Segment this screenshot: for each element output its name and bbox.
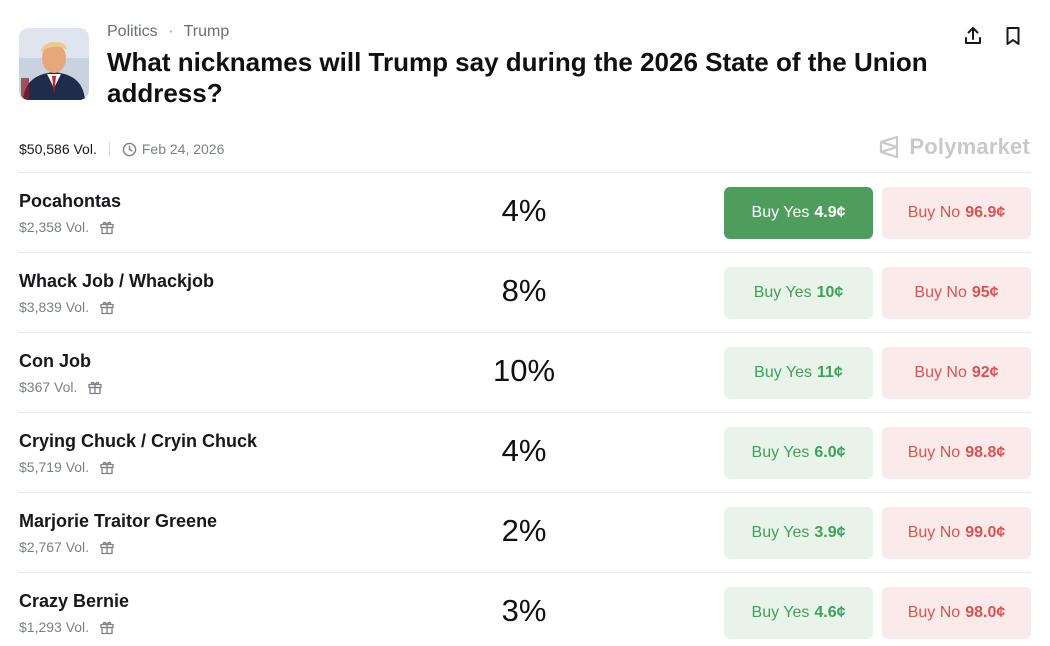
outcome-chance: 2% bbox=[501, 513, 547, 548]
outcome-volume-row: $367 Vol. bbox=[19, 378, 103, 396]
buy-yes-button[interactable]: Buy Yes 11¢ bbox=[724, 347, 873, 399]
buy-no-button[interactable]: Buy No 98.0¢ bbox=[882, 587, 1031, 639]
outcomes-list: Pocahontas $2,358 Vol. 4% Buy Yes 4.9¢ Buy No… bbox=[19, 172, 1031, 646]
gift-icon[interactable] bbox=[99, 459, 115, 475]
outcome-row[interactable]: Whack Job / Whackjob $3,839 Vol. 8% Buy Yes… bbox=[19, 252, 1031, 332]
gift-icon[interactable] bbox=[99, 299, 115, 315]
buy-yes-price: 4.6¢ bbox=[814, 604, 846, 621]
outcome-row[interactable]: Crying Chuck / Cryin Chuck $5,719 Vol. 4% B… bbox=[19, 412, 1031, 492]
outcome-volume-row: $2,767 Vol. bbox=[19, 538, 115, 556]
buy-no-button[interactable]: Buy No 98.8¢ bbox=[882, 427, 1031, 479]
outcome-row[interactable]: Con Job $367 Vol. 10% Buy Yes 11¢ Buy No 92¢ bbox=[19, 332, 1031, 412]
buy-yes-button[interactable]: Buy Yes 10¢ bbox=[724, 267, 873, 319]
buy-yes-price: 6.0¢ bbox=[814, 444, 846, 461]
polymarket-brand: Polymarket bbox=[877, 133, 1030, 161]
buy-yes-price: 3.9¢ bbox=[814, 524, 846, 541]
breadcrumb-separator: · bbox=[168, 23, 174, 40]
buy-no-label: Buy No bbox=[914, 284, 967, 301]
outcome-volume: $1,293 Vol. bbox=[19, 619, 90, 635]
buy-no-label: Buy No bbox=[914, 364, 967, 381]
market-meta: $50,586 Vol. Feb 24, 2026 bbox=[19, 139, 224, 159]
outcome-chance: 8% bbox=[501, 273, 547, 308]
outcome-name: Pocahontas bbox=[19, 191, 122, 211]
buy-no-price: 95¢ bbox=[971, 284, 999, 301]
polymarket-logo-icon bbox=[877, 134, 901, 160]
outcome-volume-row: $3,839 Vol. bbox=[19, 298, 115, 316]
bookmark-icon[interactable] bbox=[1001, 24, 1025, 48]
outcome-volume-row: $1,293 Vol. bbox=[19, 618, 115, 636]
buy-no-button[interactable]: Buy No 95¢ bbox=[882, 267, 1031, 319]
outcome-volume-row: $5,719 Vol. bbox=[19, 458, 115, 476]
buy-yes-price: 11¢ bbox=[817, 364, 843, 381]
share-icon[interactable] bbox=[961, 24, 985, 48]
outcome-volume: $2,358 Vol. bbox=[19, 219, 90, 235]
buy-yes-price: 10¢ bbox=[816, 284, 844, 301]
buy-yes-label: Buy Yes bbox=[751, 204, 810, 221]
buy-no-button[interactable]: Buy No 99.0¢ bbox=[882, 507, 1031, 559]
outcome-chance: 3% bbox=[501, 593, 547, 628]
outcome-name: Marjorie Traitor Greene bbox=[19, 511, 218, 531]
buy-no-price: 98.0¢ bbox=[965, 604, 1006, 621]
breadcrumb-politics[interactable]: Politics bbox=[107, 23, 158, 40]
buy-yes-button[interactable]: Buy Yes 4.9¢ bbox=[724, 187, 873, 239]
outcome-name: Crazy Bernie bbox=[19, 591, 130, 611]
gift-icon[interactable] bbox=[99, 619, 115, 635]
polymarket-wordmark: Polymarket bbox=[909, 134, 1030, 159]
buy-yes-label: Buy Yes bbox=[751, 444, 810, 461]
breadcrumb-trump[interactable]: Trump bbox=[184, 23, 230, 40]
buy-yes-label: Buy Yes bbox=[751, 524, 810, 541]
buy-no-price: 98.8¢ bbox=[965, 444, 1006, 461]
buy-yes-label: Buy Yes bbox=[751, 604, 810, 621]
outcome-volume: $3,839 Vol. bbox=[19, 299, 90, 315]
outcome-volume-row: $2,358 Vol. bbox=[19, 218, 115, 236]
gift-icon[interactable] bbox=[99, 539, 115, 555]
buy-no-button[interactable]: Buy No 92¢ bbox=[882, 347, 1031, 399]
outcome-chance: 4% bbox=[501, 193, 547, 228]
outcome-row[interactable]: Marjorie Traitor Greene $2,767 Vol. 2% Buy … bbox=[19, 492, 1031, 572]
clock-icon bbox=[122, 142, 137, 157]
page-title: What nicknames will Trump say during the… bbox=[107, 47, 928, 108]
total-volume: $50,586 Vol. bbox=[19, 141, 97, 157]
buy-yes-label: Buy Yes bbox=[753, 284, 812, 301]
buy-yes-label: Buy Yes bbox=[754, 364, 812, 381]
market-thumbnail[interactable] bbox=[19, 28, 89, 100]
outcome-volume: $2,767 Vol. bbox=[19, 539, 90, 555]
meta-divider bbox=[108, 142, 110, 156]
buy-no-price: 96.9¢ bbox=[965, 204, 1006, 221]
buy-no-label: Buy No bbox=[907, 524, 961, 541]
outcome-name: Whack Job / Whackjob bbox=[19, 271, 215, 291]
buy-yes-button[interactable]: Buy Yes 4.6¢ bbox=[724, 587, 873, 639]
buy-no-label: Buy No bbox=[907, 204, 961, 221]
buy-no-label: Buy No bbox=[907, 604, 961, 621]
outcome-volume: $5,719 Vol. bbox=[19, 459, 90, 475]
market-card: Politics · Trump What nicknames will Tru… bbox=[0, 0, 1050, 646]
gift-icon[interactable] bbox=[99, 219, 115, 235]
outcome-name: Con Job bbox=[19, 351, 91, 371]
buy-no-price: 92¢ bbox=[971, 364, 999, 381]
breadcrumb: Politics · Trump bbox=[107, 23, 229, 41]
outcome-chance: 4% bbox=[501, 433, 547, 468]
buy-yes-button[interactable]: Buy Yes 6.0¢ bbox=[724, 427, 873, 479]
buy-no-button[interactable]: Buy No 96.9¢ bbox=[882, 187, 1031, 239]
buy-yes-price: 4.9¢ bbox=[814, 204, 846, 221]
gift-icon[interactable] bbox=[87, 379, 103, 395]
outcome-name: Crying Chuck / Cryin Chuck bbox=[19, 431, 258, 451]
outcome-row[interactable]: Pocahontas $2,358 Vol. 4% Buy Yes 4.9¢ Buy No… bbox=[19, 172, 1031, 252]
outcome-row[interactable]: Crazy Bernie $1,293 Vol. 3% Buy Yes 4.6¢ Buy … bbox=[19, 572, 1031, 646]
buy-no-label: Buy No bbox=[907, 444, 961, 461]
end-date: Feb 24, 2026 bbox=[141, 141, 225, 157]
buy-no-price: 99.0¢ bbox=[965, 524, 1006, 541]
outcome-volume: $367 Vol. bbox=[19, 379, 78, 395]
outcome-chance: 10% bbox=[492, 353, 556, 388]
buy-yes-button[interactable]: Buy Yes 3.9¢ bbox=[724, 507, 873, 559]
